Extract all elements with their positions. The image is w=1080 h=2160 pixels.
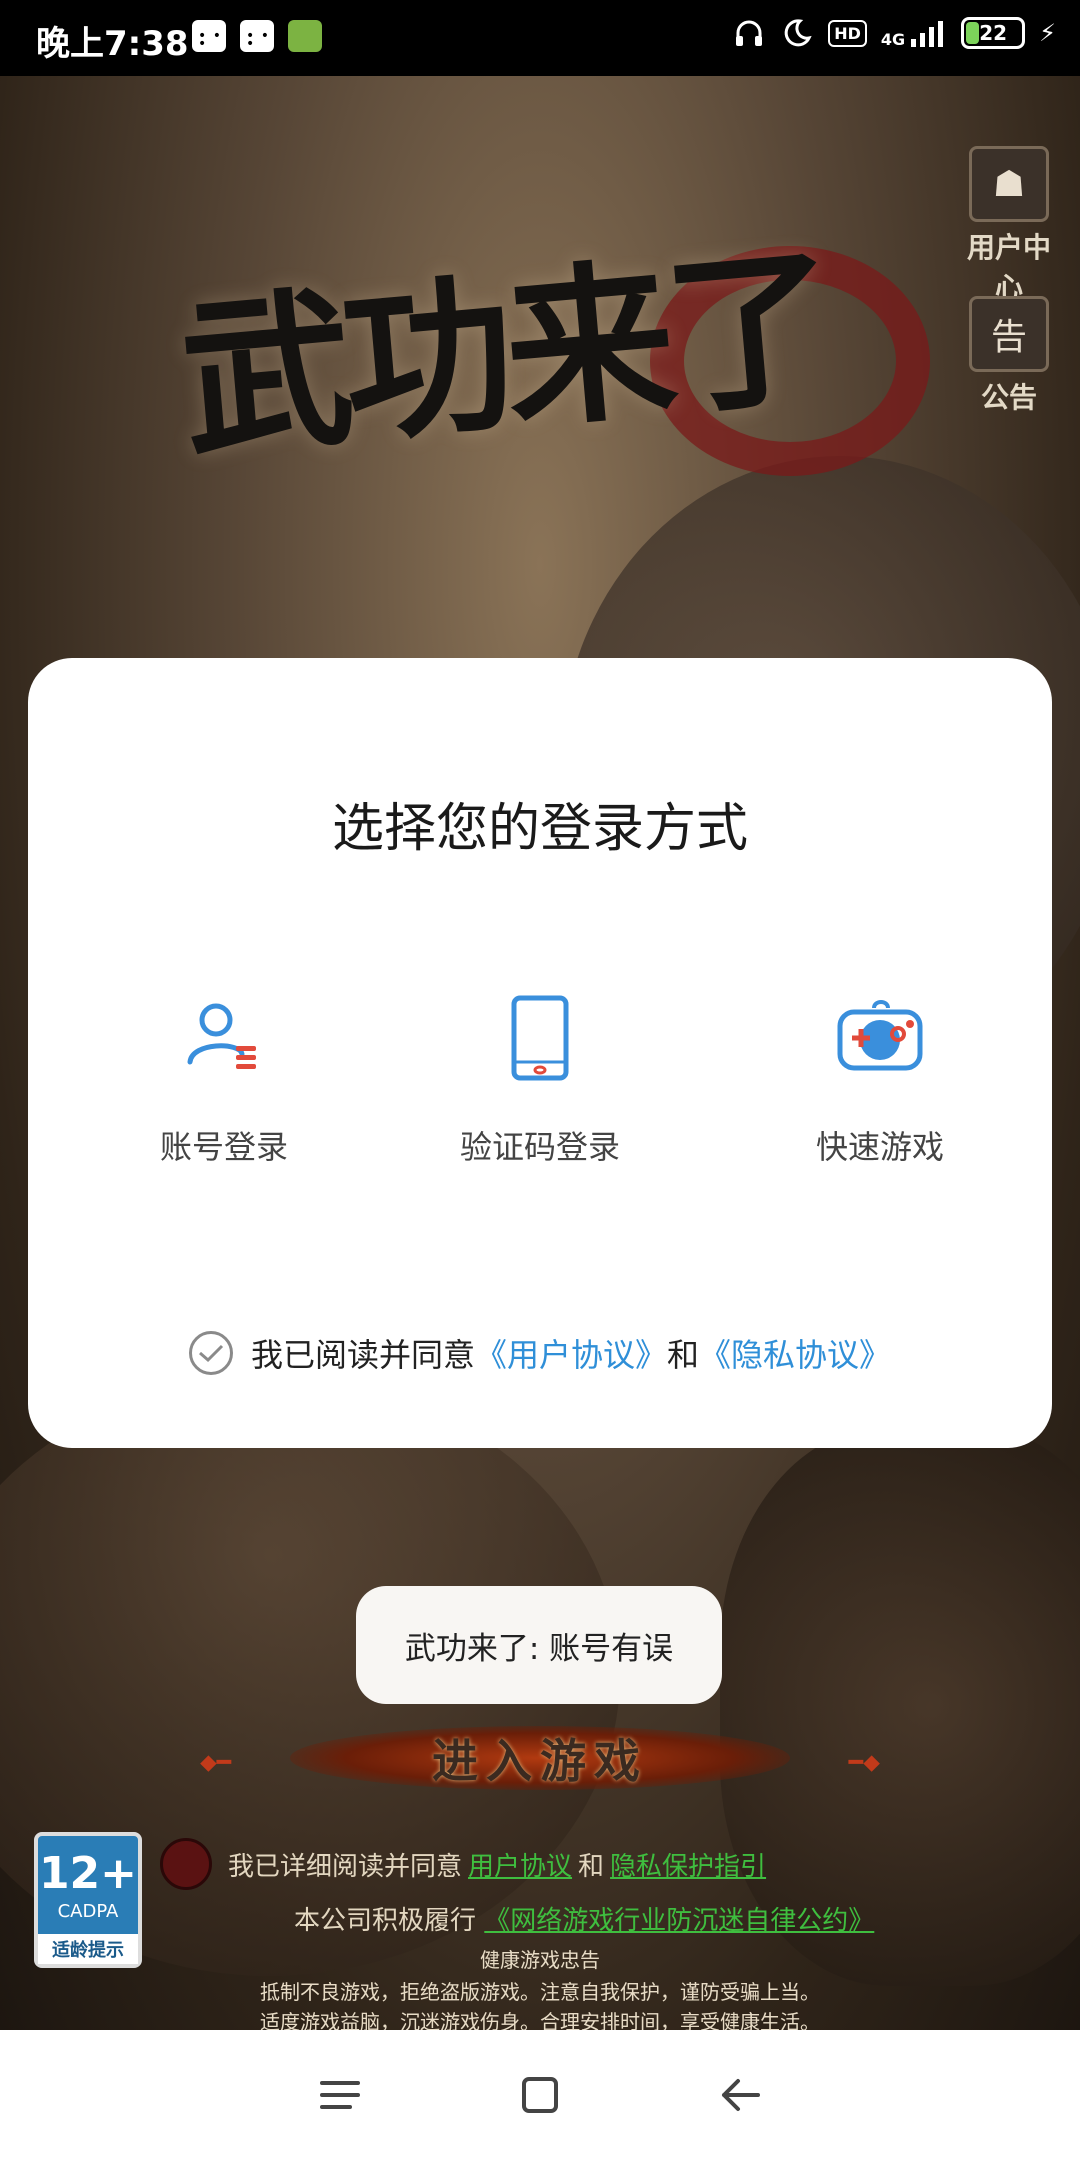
enter-game-label: 进入游戏: [432, 1734, 648, 1788]
menu-icon: [320, 2081, 360, 2109]
age-rating-number: 12+: [38, 1848, 138, 1899]
hd-badge: HD: [828, 19, 867, 47]
gamepad-icon: [830, 988, 930, 1088]
square-home-icon: [522, 2077, 558, 2113]
game-logo: 武功来了: [170, 166, 930, 482]
footer-line2-prefix: 本公司积极履行: [294, 1906, 477, 1936]
sms-code-login-label: 验证码登录: [459, 1128, 620, 1166]
status-bar: 晚上7:38 • • • • • • HD 4G 22 ⚡: [0, 0, 1080, 76]
health-advice-line: 抵制不良游戏，拒绝盗版游戏。注意自我保护，谨防受骗上当。: [260, 1980, 820, 2004]
footer-user-agreement-link[interactable]: 用户协议: [468, 1846, 572, 1883]
account-icon: [174, 988, 274, 1088]
user-center-button[interactable]: ☗ 用户中心: [954, 146, 1064, 306]
ornament-icon: ━⬥: [848, 1748, 880, 1776]
health-advice-title: 健康游戏忠告: [480, 1948, 600, 1972]
game-agreement: 我已详细阅读并同意 用户协议 和 隐私保护指引 本公司积极履行 《网络游戏行业防…: [160, 1838, 930, 1937]
user-center-label: 用户中心: [966, 231, 1051, 304]
user-agreement-link[interactable]: 《用户协议》: [475, 1330, 667, 1376]
agreement-row: 我已阅读并同意 《用户协议》 和 《隐私协议》: [28, 1330, 1052, 1376]
dialog-title: 选择您的登录方式: [331, 799, 748, 859]
agreement-and: 和: [667, 1336, 700, 1374]
notice-button[interactable]: 告 公告: [954, 296, 1064, 416]
message-icon: • • •: [192, 20, 226, 52]
privacy-agreement-link[interactable]: 《隐私协议》: [699, 1330, 891, 1376]
footer-and: 和: [578, 1851, 605, 1882]
footer-line1-prefix: 我已详细阅读并同意: [228, 1851, 463, 1882]
status-time: 晚上7:38: [36, 24, 189, 64]
notice-board-icon: 告: [969, 296, 1049, 372]
moon-icon: [780, 16, 814, 50]
account-login-label: 账号登录: [159, 1128, 288, 1166]
anti-addiction-link[interactable]: 《网络游戏行业防沉迷自律公约》: [484, 1906, 874, 1936]
login-dialog: 选择您的登录方式 账号登录 验证码登录 快速游戏 我已阅读并同意 《用户协议》 …: [28, 658, 1052, 1448]
sms-code-login-option[interactable]: 验证码登录: [390, 988, 690, 1168]
error-toast: 武功来了: 账号有误: [356, 1586, 722, 1704]
back-button[interactable]: [710, 2065, 770, 2125]
status-right: HD 4G 22 ⚡: [732, 16, 1056, 50]
charging-icon: ⚡: [1039, 19, 1056, 47]
ornament-icon: ⬥━: [200, 1748, 232, 1776]
quick-game-option[interactable]: 快速游戏: [730, 988, 1030, 1168]
battery-fill: [966, 22, 979, 44]
home-button[interactable]: [510, 2065, 570, 2125]
android-icon: [288, 20, 322, 52]
agreement-checkbox[interactable]: [188, 1331, 233, 1375]
game-agreement-checkbox[interactable]: [160, 1838, 212, 1890]
phone-icon: [490, 988, 590, 1088]
message-icon: • • •: [240, 20, 274, 52]
footer-privacy-link[interactable]: 隐私保护指引: [610, 1846, 766, 1883]
headphones-icon: [732, 16, 766, 50]
navigation-bar: [0, 2030, 1080, 2160]
signal-icon: 4G: [880, 19, 947, 49]
notification-icons: • • • • • •: [192, 20, 322, 52]
ninja-avatar-icon: ☗: [969, 146, 1049, 222]
agreement-prefix: 我已阅读并同意: [250, 1336, 475, 1374]
network-type: 4G: [880, 30, 906, 49]
age-rating-org: CADPA: [57, 1901, 119, 1922]
menu-button[interactable]: [310, 2065, 370, 2125]
notice-label: 公告: [980, 381, 1037, 414]
back-arrow-icon: [722, 2079, 760, 2111]
battery-level: 22: [979, 21, 1008, 45]
battery-icon: 22: [961, 17, 1026, 49]
enter-game-button[interactable]: ⬥━ 进入游戏 ━⬥: [200, 1720, 880, 1796]
account-login-option[interactable]: 账号登录: [74, 988, 374, 1168]
check-icon: [198, 1344, 224, 1363]
quick-game-label: 快速游戏: [815, 1128, 944, 1166]
